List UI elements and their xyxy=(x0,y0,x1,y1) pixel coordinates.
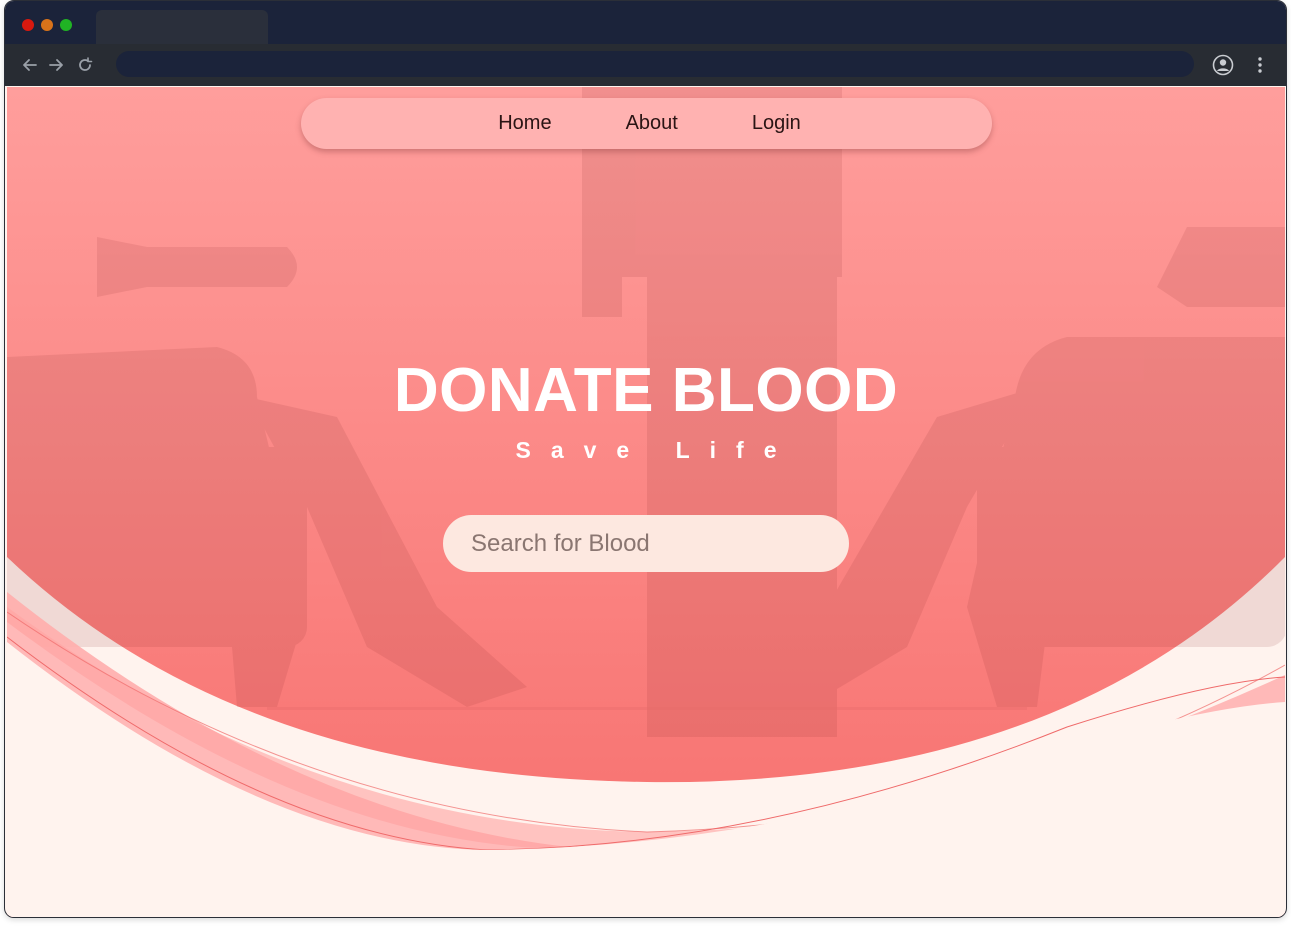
hero-subtitle: Save Life xyxy=(515,437,797,463)
nav-about-link[interactable]: About xyxy=(626,112,678,135)
close-window-button[interactable] xyxy=(22,19,34,31)
browser-tab[interactable] xyxy=(96,10,268,44)
profile-icon[interactable] xyxy=(1212,54,1234,76)
address-bar[interactable] xyxy=(116,51,1194,77)
hero-title: DONATE BLOOD xyxy=(393,356,899,425)
back-arrow-icon[interactable] xyxy=(20,55,40,75)
page-viewport: Home About Login DONATE BLOOD Save Life xyxy=(7,87,1285,917)
browser-window: Home About Login DONATE BLOOD Save Life xyxy=(4,0,1287,918)
blood-search-input[interactable] xyxy=(443,515,849,572)
hero-background xyxy=(7,87,1285,917)
reload-icon[interactable] xyxy=(75,55,95,75)
maximize-window-button[interactable] xyxy=(60,19,72,31)
forward-arrow-icon[interactable] xyxy=(46,55,66,75)
nav-home-link[interactable]: Home xyxy=(498,112,551,135)
top-navbar: Home About Login xyxy=(301,98,992,149)
minimize-window-button[interactable] xyxy=(41,19,53,31)
browser-toolbar xyxy=(5,44,1286,86)
nav-login-link[interactable]: Login xyxy=(752,112,801,135)
kebab-menu-icon[interactable] xyxy=(1253,54,1267,76)
title-bar xyxy=(5,1,1286,44)
